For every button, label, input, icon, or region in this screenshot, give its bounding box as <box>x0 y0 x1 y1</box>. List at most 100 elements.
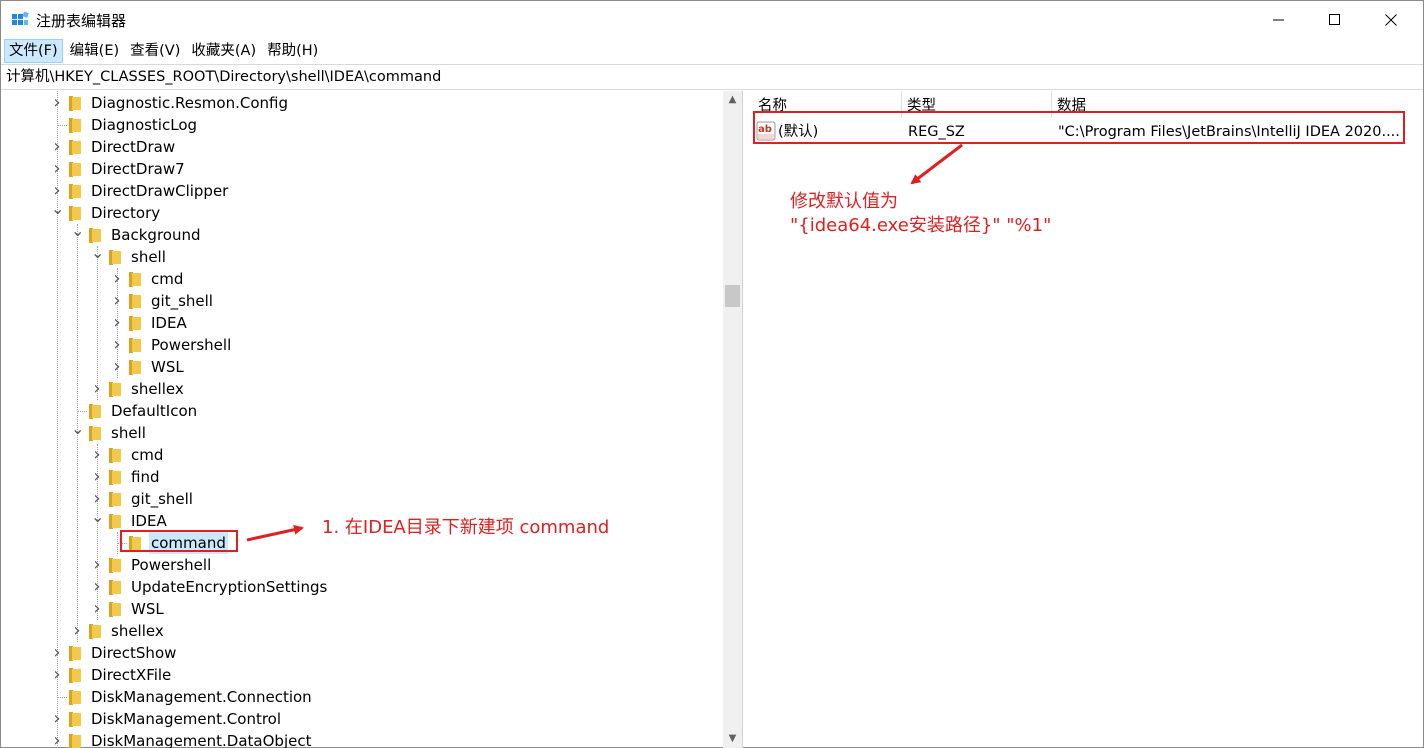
tree-node[interactable]: › DirectDrawClipper <box>51 180 701 202</box>
menu-help[interactable]: 帮助(H) <box>263 39 322 63</box>
tree-node-label: UpdateEncryptionSettings <box>131 578 328 596</box>
tree-node[interactable]: DiskManagement.Connection <box>51 686 701 708</box>
folder-icon <box>69 206 81 221</box>
tree-node-label: git_shell <box>151 292 213 310</box>
folder-icon <box>69 140 81 155</box>
folder-icon <box>69 118 81 133</box>
tree-node-label: IDEA <box>131 512 167 530</box>
menu-view[interactable]: 查看(V) <box>126 39 184 63</box>
tree-node[interactable]: › DiskManagement.DataObject <box>51 730 701 748</box>
chevron-right-icon[interactable]: › <box>91 576 103 598</box>
scroll-up-arrow-icon[interactable]: ▲ <box>723 91 742 109</box>
tree-node[interactable]: DiagnosticLog <box>51 114 701 136</box>
folder-icon <box>69 712 81 727</box>
tree-node-label: shellex <box>131 380 184 398</box>
folder-icon <box>129 272 141 287</box>
folder-icon <box>109 492 121 507</box>
annotation-box-command <box>120 530 238 552</box>
tree-node[interactable]: › DirectDraw <box>51 136 701 158</box>
tree-node[interactable]: ⌄ shell <box>71 421 701 444</box>
regedit-app-icon <box>12 11 29 25</box>
tree-node-label: cmd <box>151 270 184 288</box>
tree-node[interactable]: ⌄ Directory <box>51 201 701 224</box>
chevron-down-icon[interactable]: ⌄ <box>71 421 84 444</box>
chevron-right-icon[interactable]: › <box>111 312 123 334</box>
chevron-right-icon[interactable]: › <box>91 466 103 488</box>
chevron-down-icon[interactable]: ⌄ <box>71 223 84 246</box>
tree-node[interactable]: › DirectDraw7 <box>51 158 701 180</box>
chevron-down-icon[interactable]: ⌄ <box>51 201 64 224</box>
tree-node[interactable]: › DirectXFile <box>51 664 701 686</box>
chevron-right-icon[interactable]: › <box>51 664 63 686</box>
chevron-right-icon[interactable]: › <box>111 356 123 378</box>
folder-icon <box>89 404 101 419</box>
tree-node[interactable]: ⌄ Background <box>71 223 701 246</box>
tree-node[interactable]: › shellex <box>71 620 701 642</box>
tree-node[interactable]: › find <box>91 466 701 488</box>
annotation-note-2-line-1: 修改默认值为 <box>790 191 898 212</box>
annotation-box-default-value <box>753 111 1405 144</box>
tree-node[interactable]: › git_shell <box>111 290 701 312</box>
tree-node[interactable]: › WSL <box>91 598 701 620</box>
tree-node[interactable]: ⌄ shell <box>91 245 701 268</box>
tree-node-label: Powershell <box>151 336 232 354</box>
chevron-down-icon[interactable]: ⌄ <box>91 245 104 268</box>
tree-scrollbar[interactable]: ▲ ▼ <box>723 91 742 748</box>
tree-node[interactable]: › Powershell <box>91 554 701 576</box>
chevron-right-icon[interactable]: › <box>51 92 63 114</box>
menu-favorites[interactable]: 收藏夹(A) <box>187 39 260 63</box>
chevron-right-icon[interactable]: › <box>111 268 123 290</box>
minimize-button[interactable] <box>1251 1 1307 39</box>
chevron-right-icon[interactable]: › <box>111 290 123 312</box>
tree-node[interactable]: › cmd <box>111 268 701 290</box>
chevron-right-icon[interactable]: › <box>91 444 103 466</box>
folder-icon <box>129 338 141 353</box>
tree-node[interactable]: › WSL <box>111 356 701 378</box>
tree-node-label: shellex <box>111 622 164 640</box>
chevron-right-icon[interactable]: › <box>71 620 83 642</box>
chevron-down-icon[interactable]: ⌄ <box>91 509 104 532</box>
menu-bar: 文件(F) 编辑(E) 查看(V) 收藏夹(A) 帮助(H) <box>1 39 1423 63</box>
tree-node-label: DirectShow <box>91 644 177 662</box>
tree-node[interactable]: › UpdateEncryptionSettings <box>91 576 701 598</box>
tree-node-label: IDEA <box>151 314 187 332</box>
chevron-right-icon[interactable]: › <box>51 158 63 180</box>
tree-node[interactable]: › DirectShow <box>51 642 701 664</box>
tree-node[interactable]: › IDEA <box>111 312 701 334</box>
tree-node[interactable]: › cmd <box>91 444 701 466</box>
tree-node[interactable]: › Powershell <box>111 334 701 356</box>
folder-icon <box>69 668 81 683</box>
annotation-note-2-line-2: "{idea64.exe安装路径}" "%1" <box>790 215 1052 236</box>
chevron-right-icon[interactable]: › <box>51 708 63 730</box>
address-bar[interactable]: 计算机\HKEY_CLASSES_ROOT\Directory\shell\ID… <box>1 64 1423 90</box>
folder-icon <box>129 360 141 375</box>
chevron-right-icon[interactable]: › <box>91 378 103 400</box>
maximize-icon <box>1329 14 1340 25</box>
close-button[interactable] <box>1363 1 1419 39</box>
chevron-right-icon[interactable]: › <box>91 554 103 576</box>
scroll-down-arrow-icon[interactable]: ▼ <box>723 730 742 748</box>
chevron-right-icon[interactable]: › <box>51 730 63 748</box>
tree-node[interactable]: › shellex <box>91 378 701 400</box>
tree-node[interactable]: DefaultIcon <box>71 400 701 422</box>
chevron-right-icon[interactable]: › <box>91 598 103 620</box>
folder-icon <box>89 624 101 639</box>
scroll-thumb[interactable] <box>725 285 740 307</box>
tree-node-label: Diagnostic.Resmon.Config <box>91 94 288 112</box>
folder-icon <box>69 734 81 748</box>
tree-node[interactable]: › Diagnostic.Resmon.Config <box>51 92 701 114</box>
menu-edit[interactable]: 编辑(E) <box>66 39 123 63</box>
chevron-right-icon[interactable]: › <box>111 334 123 356</box>
tree-node-label: DiskManagement.DataObject <box>91 732 312 748</box>
maximize-button[interactable] <box>1307 1 1363 39</box>
chevron-right-icon[interactable]: › <box>51 136 63 158</box>
title-bar: 注册表编辑器 <box>1 1 1423 39</box>
chevron-right-icon[interactable]: › <box>51 642 63 664</box>
tree-node-label: DirectXFile <box>91 666 172 684</box>
tree-node[interactable]: › DiskManagement.Control <box>51 708 701 730</box>
folder-icon <box>109 558 121 573</box>
folder-icon <box>69 646 81 661</box>
tree-node[interactable]: › git_shell <box>91 488 701 510</box>
menu-file[interactable]: 文件(F) <box>4 39 63 63</box>
